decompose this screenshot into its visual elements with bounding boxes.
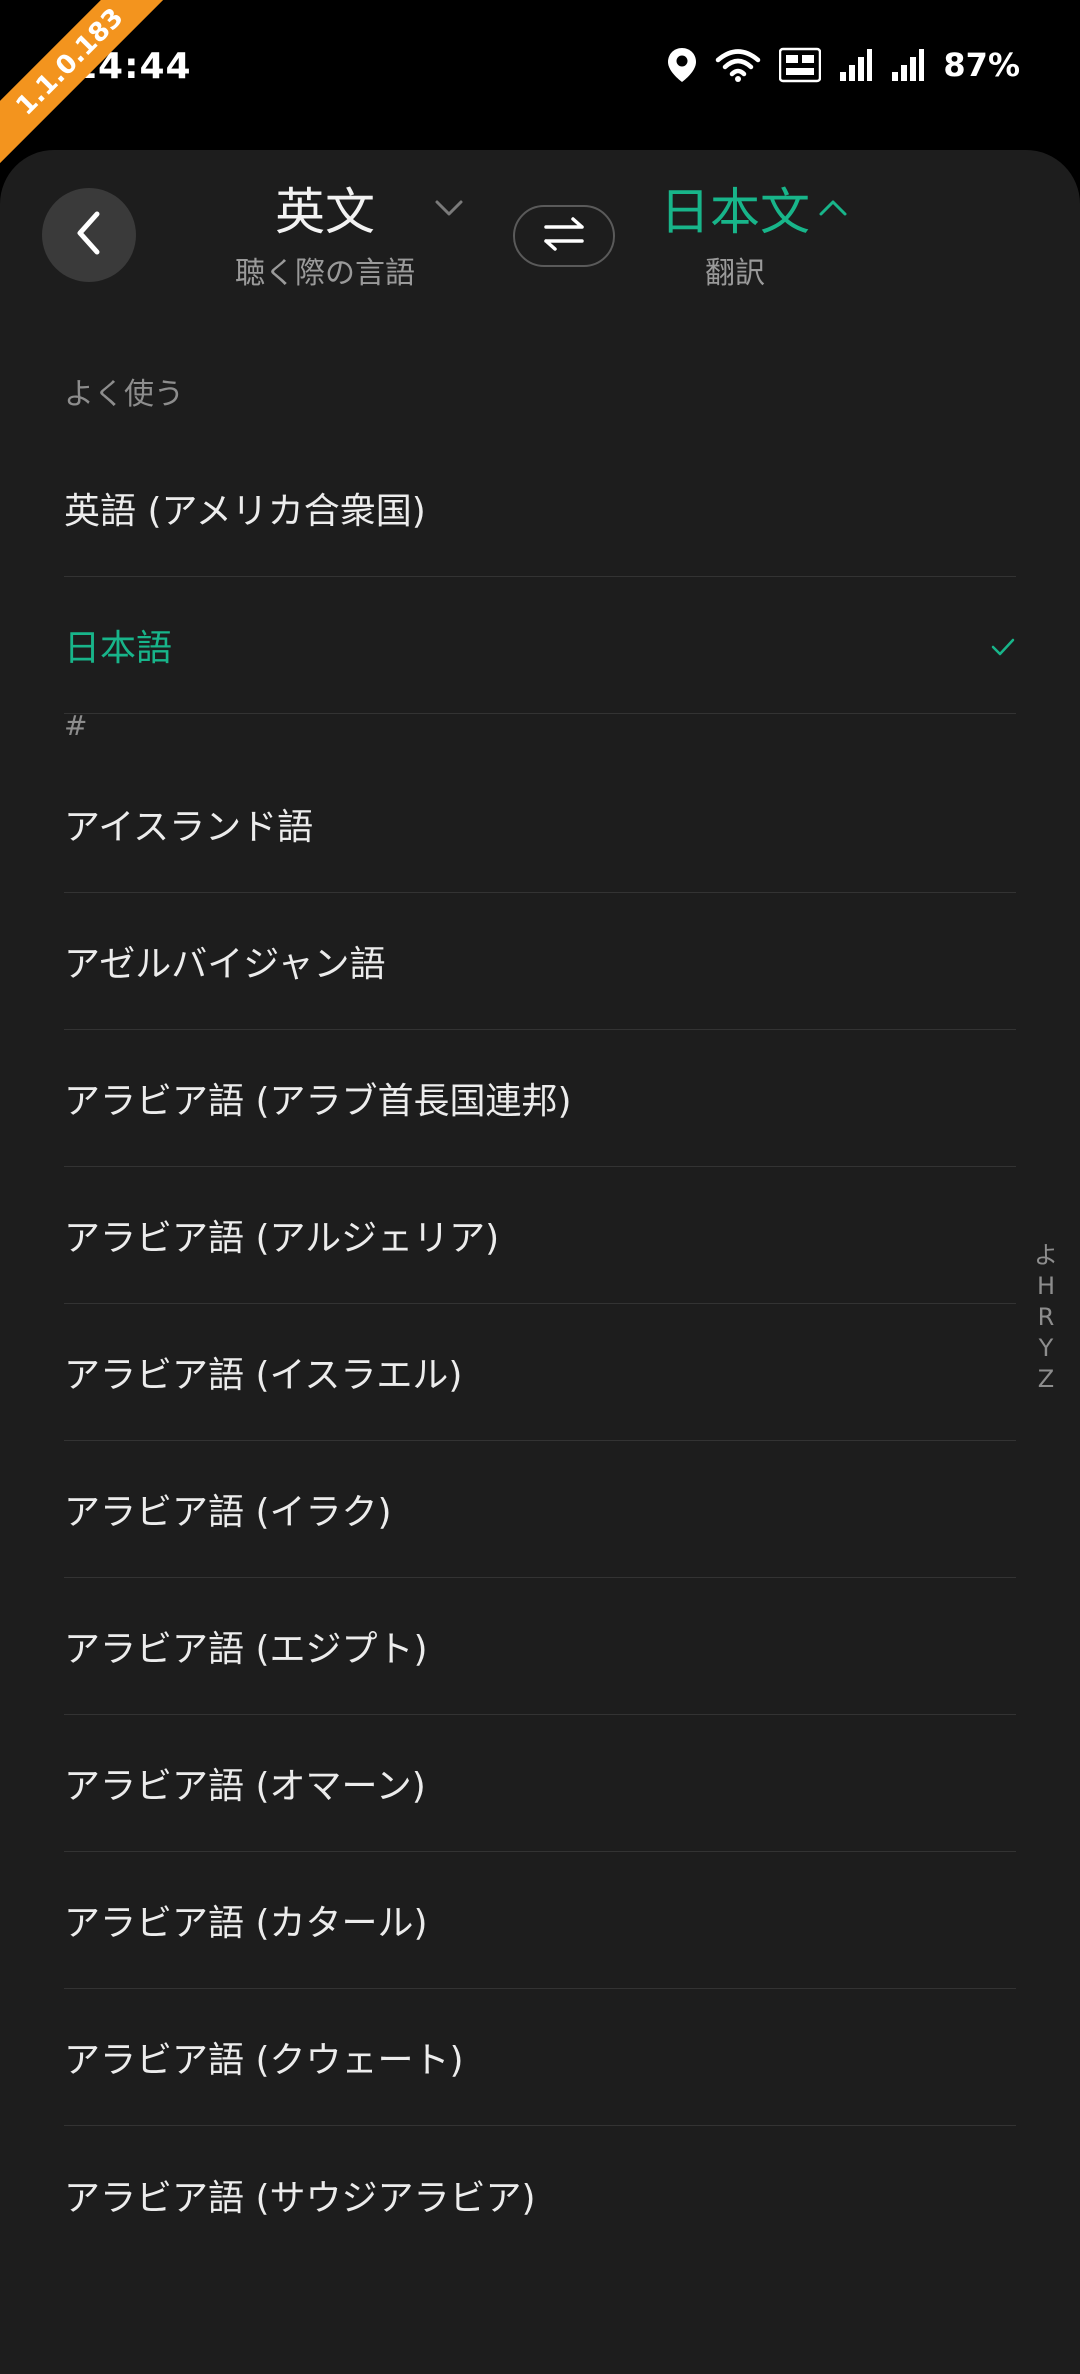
language-item[interactable]: アラビア語 (イスラエル) [64,1304,1016,1441]
language-label: アゼルバイジャン語 [64,944,386,985]
language-label: アラビア語 (クウェート) [64,2040,464,2081]
back-button[interactable] [42,188,136,282]
language-item-frequent[interactable]: 英語 (アメリカ合衆国) [64,440,1016,577]
language-item[interactable]: アラビア語 (アルジェリア) [64,1167,1016,1304]
language-item[interactable]: アラビア語 (アラブ首長国連邦) [64,1030,1016,1167]
checkmark-icon [990,625,1016,666]
language-label: 日本語 [64,628,173,669]
index-letter[interactable]: Z [1038,1364,1054,1395]
alphabet-index-bar[interactable]: よ H R Y Z [1026,1240,1066,1395]
target-language-selector[interactable]: 日本文 翻訳 [640,180,830,292]
language-item[interactable]: アゼルバイジャン語 [64,893,1016,1030]
language-label: アラビア語 (カタール) [64,1903,428,1944]
wifi-icon [715,47,761,83]
language-item[interactable]: アラビア語 (サウジアラビア) [64,2126,1016,2263]
language-label: アラビア語 (エジプト) [64,1629,428,1670]
section-header-hash: # [64,709,88,742]
target-language-caption: 翻訳 [705,256,765,291]
status-bar: 14:44 87% [0,0,1080,145]
language-item[interactable]: アラビア語 (イラク) [64,1441,1016,1578]
location-icon [667,47,697,83]
volte-icon [779,47,822,83]
language-list: よく使う 英語 (アメリカ合衆国) 日本語 # アイスランド語 アゼルバイジャン… [64,370,1016,2263]
signal-icon [839,48,873,82]
swap-arrows-icon [540,214,588,258]
battery-level: 87% [943,46,1020,84]
language-label: アラビア語 (イラク) [64,1492,392,1533]
index-letter[interactable]: Y [1039,1333,1054,1364]
language-item[interactable]: アラビア語 (カタール) [64,1852,1016,1989]
swap-languages-button[interactable] [513,205,615,267]
index-letter[interactable]: H [1037,1271,1055,1302]
chevron-down-icon[interactable] [434,198,464,222]
status-icons: 87% [667,46,1020,84]
language-item[interactable]: アラビア語 (クウェート) [64,1989,1016,2126]
language-header: 英文 聴く際の言語 日本文 翻訳 [0,150,1080,320]
language-item[interactable]: アラビア語 (オマーン) [64,1715,1016,1852]
signal-icon [891,48,925,82]
index-letter[interactable]: よ [1034,1240,1058,1271]
index-letter[interactable]: R [1038,1302,1055,1333]
language-label: 英語 (アメリカ合衆国) [64,491,426,532]
language-item[interactable]: アラビア語 (エジプト) [64,1578,1016,1715]
language-picker-sheet: 英文 聴く際の言語 日本文 翻訳 よく使う 英語 (アメリカ合衆国) 日本語 #… [0,150,1080,2374]
language-label: アラビア語 (サウジアラビア) [64,2177,536,2219]
chevron-up-icon[interactable] [818,198,848,222]
language-item-frequent-selected[interactable]: 日本語 [64,577,1016,714]
language-item[interactable]: アイスランド語 [64,756,1016,893]
language-label: アイスランド語 [64,807,314,848]
chevron-left-icon [72,210,106,260]
language-label: アラビア語 (オマーン) [64,1766,426,1807]
language-label: アラビア語 (アラブ首長国連邦) [64,1081,572,1122]
source-language-caption: 聴く際の言語 [235,256,415,291]
source-language-name: 英文 [275,183,375,241]
section-header-frequent: よく使う [64,377,184,412]
source-language-selector[interactable]: 英文 聴く際の言語 [200,180,450,292]
target-language-name: 日本文 [660,183,810,241]
language-label: アラビア語 (イスラエル) [64,1355,463,1396]
language-label: アラビア語 (アルジェリア) [64,1218,500,1259]
